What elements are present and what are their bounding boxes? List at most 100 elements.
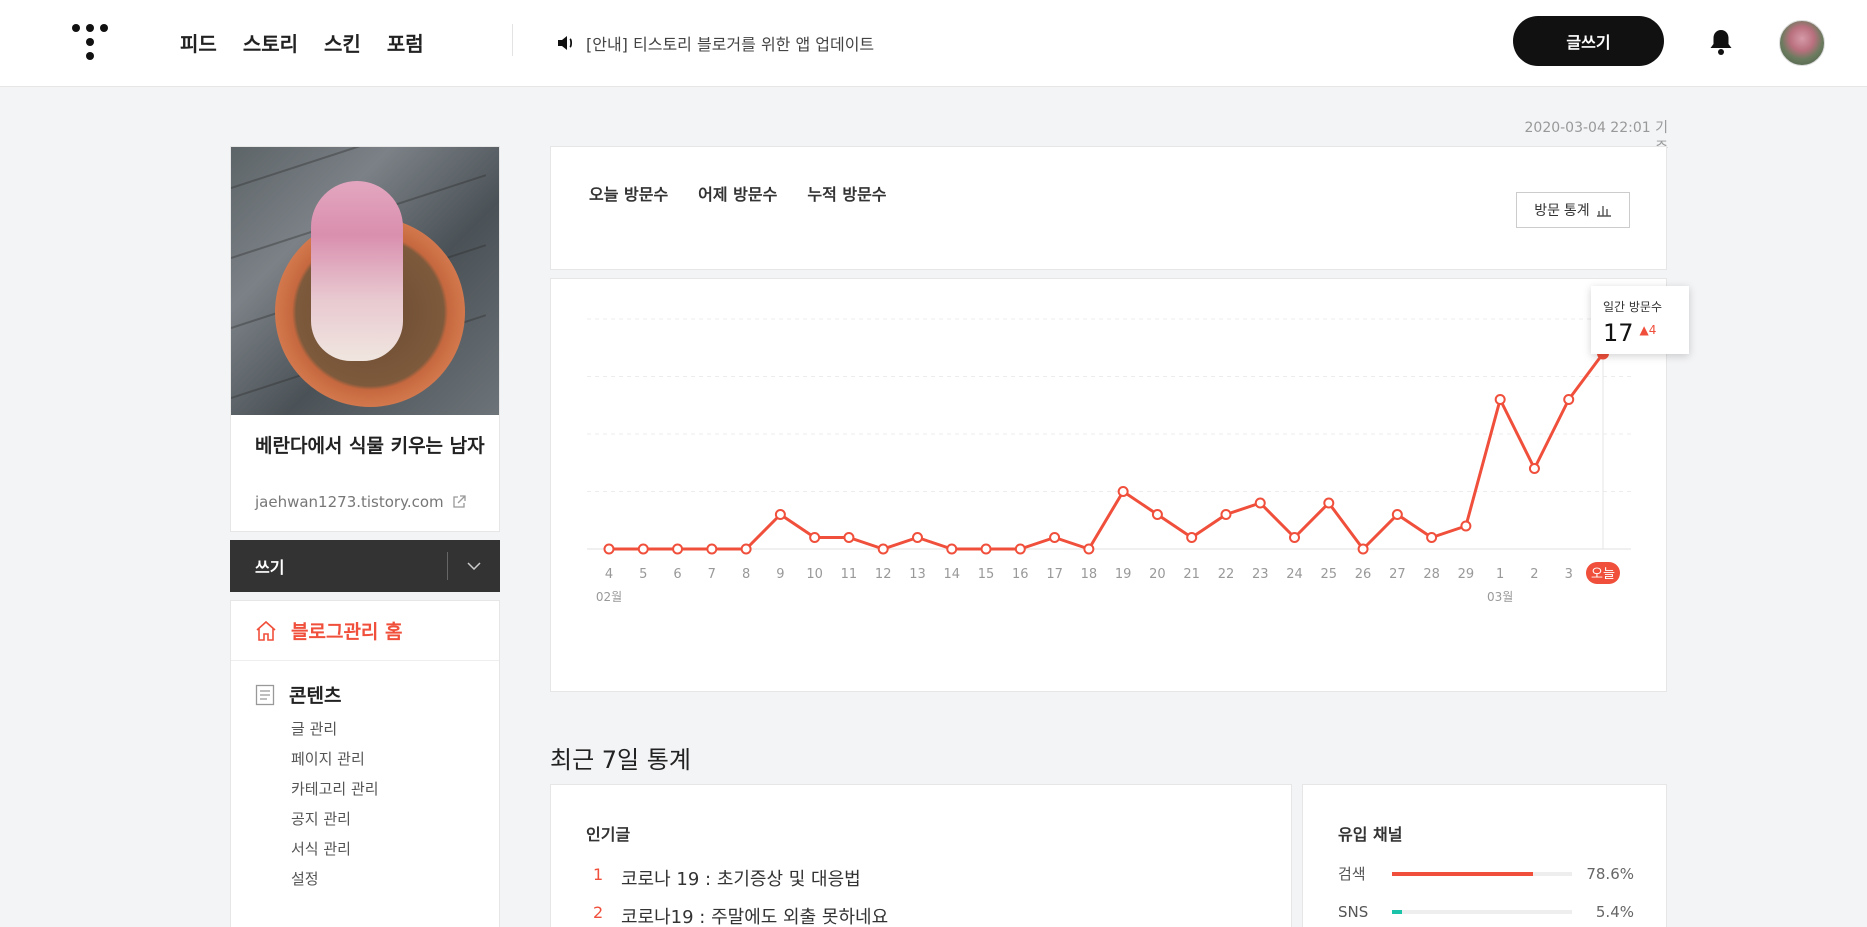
chart-point[interactable]: [1014, 543, 1026, 555]
notice-text: [안내] 티스토리 블로거를 위한 앱 업데이트: [586, 35, 875, 54]
chart-x-tick-label: 15: [978, 567, 995, 582]
chart-x-tick-label: 3: [1565, 567, 1573, 582]
menu-home-label: 블로그관리 홈: [291, 621, 403, 643]
nav-forum[interactable]: 포럼: [387, 28, 424, 57]
chart-point[interactable]: [1528, 463, 1540, 474]
chart-x-tick-label: 29: [1458, 567, 1475, 582]
chart-x-tick-label: 27: [1389, 567, 1406, 582]
menu-template-manage[interactable]: 서식 관리: [291, 834, 499, 864]
chart-point[interactable]: [1254, 497, 1266, 509]
popular-post-title: 코로나19 : 주말에도 외출 못하네요: [621, 907, 889, 927]
tistory-logo[interactable]: [72, 24, 108, 60]
blog-title[interactable]: 베란다에서 식물 키우는 남자: [255, 433, 485, 459]
nav-skin[interactable]: 스킨: [324, 28, 361, 57]
channel-bar-fill: [1392, 910, 1402, 914]
chart-point[interactable]: [637, 543, 649, 555]
chart-point[interactable]: [980, 543, 992, 555]
chart-x-tick-label: 24: [1286, 567, 1303, 582]
visit-stats-button[interactable]: 방문 통계: [1516, 192, 1630, 228]
chart-point[interactable]: [1117, 486, 1129, 497]
chart-point[interactable]: [740, 543, 752, 555]
document-icon: [255, 684, 275, 705]
tooltip-delta: ▲4: [1639, 323, 1657, 337]
popular-post-item[interactable]: 1 코로나 19 : 초기증상 및 대응법: [593, 865, 888, 903]
chart-point[interactable]: [1186, 532, 1198, 543]
chart-x-tick-label: 11: [841, 567, 858, 582]
admin-menu: 블로그관리 홈 콘텐츠 글 관리 페이지 관리 카테고리 관리 공지 관리 서식…: [230, 600, 500, 927]
chart-point[interactable]: [1426, 532, 1438, 543]
chart-point[interactable]: [1323, 497, 1335, 509]
bell-icon[interactable]: [1708, 28, 1734, 56]
menu-category-manage[interactable]: 카테고리 관리: [291, 774, 499, 804]
blog-profile-image[interactable]: [231, 147, 499, 415]
popular-post-rank: 2: [593, 903, 604, 922]
chart-x-tick-label: 28: [1423, 567, 1440, 582]
chart-x-tick-label: 23: [1252, 567, 1269, 582]
popular-post-item[interactable]: 2 코로나19 : 주말에도 외출 못하네요: [593, 903, 888, 927]
chart-x-tick-label: 5: [639, 567, 647, 582]
nav-feed[interactable]: 피드: [180, 28, 217, 57]
menu-page-manage[interactable]: 페이지 관리: [291, 744, 499, 774]
channel-name: SNS: [1338, 903, 1369, 921]
chart-point[interactable]: [1083, 543, 1095, 555]
stat-today-visits[interactable]: 오늘 방문수: [589, 181, 668, 205]
menu-contents-list: 글 관리 페이지 관리 카테고리 관리 공지 관리 서식 관리 설정: [255, 714, 499, 894]
popular-posts-title: 인기글: [586, 825, 631, 844]
channel-bar-track: [1392, 910, 1572, 914]
chart-x-tick-label: 12: [875, 567, 892, 582]
chart-point[interactable]: [672, 543, 684, 555]
menu-post-manage[interactable]: 글 관리: [291, 714, 499, 744]
popular-post-title: 코로나 19 : 초기증상 및 대응법: [621, 869, 861, 890]
blog-url: jaehwan1273.tistory.com: [255, 493, 444, 511]
write-options-toggle[interactable]: [448, 562, 500, 570]
blog-profile-card: 베란다에서 식물 키우는 남자 jaehwan1273.tistory.com: [230, 146, 500, 532]
traffic-channel-card: 유입 채널 검색 78.6% SNS 5.4%: [1302, 784, 1667, 927]
tooltip-delta-value: 4: [1648, 323, 1657, 337]
chart-point[interactable]: [774, 509, 786, 520]
chart-point[interactable]: [1049, 532, 1061, 543]
chart-x-tick-label: 17: [1046, 567, 1063, 582]
stat-yesterday-visits[interactable]: 어제 방문수: [698, 181, 777, 205]
menu-settings[interactable]: 설정: [291, 864, 499, 894]
chart-x-tick-label: 오늘: [1591, 567, 1615, 582]
chart-point[interactable]: [603, 543, 615, 555]
menu-blog-admin-home[interactable]: 블로그관리 홈: [231, 601, 499, 661]
chart-point[interactable]: [706, 543, 718, 555]
chart-point[interactable]: [946, 543, 958, 555]
menu-contents-header[interactable]: 콘텐츠: [255, 681, 499, 708]
stat-total-visits[interactable]: 누적 방문수: [807, 181, 886, 205]
chart-series-line: [609, 352, 1605, 551]
menu-contents-label: 콘텐츠: [289, 685, 342, 707]
chart-point[interactable]: [809, 532, 821, 543]
chart-point[interactable]: [1357, 543, 1369, 555]
chart-point[interactable]: [1289, 532, 1301, 543]
notice-banner[interactable]: [안내] 티스토리 블로거를 위한 앱 업데이트: [556, 31, 874, 55]
user-avatar[interactable]: [1779, 20, 1825, 66]
chart-point[interactable]: [843, 532, 855, 543]
channel-row-search: 검색 78.6%: [1338, 863, 1634, 884]
channel-pct: 5.4%: [1595, 903, 1634, 921]
channel-bar-fill: [1392, 871, 1534, 876]
chart-point[interactable]: [1494, 394, 1506, 405]
chart-point[interactable]: [1563, 394, 1575, 405]
write-button[interactable]: 쓰기: [230, 554, 447, 578]
chart-point[interactable]: [1460, 520, 1472, 532]
chart-x-tick-label: 7: [708, 567, 716, 582]
chart-point[interactable]: [1391, 509, 1403, 520]
chart-point[interactable]: [1151, 509, 1163, 520]
chart-month-label: 03월: [1487, 590, 1513, 604]
channel-name: 검색: [1338, 865, 1366, 883]
tooltip-value: 17: [1603, 319, 1634, 347]
nav-story[interactable]: 스토리: [243, 28, 298, 57]
blog-url-link[interactable]: jaehwan1273.tistory.com: [255, 493, 466, 511]
write-post-button[interactable]: 글쓰기: [1513, 16, 1664, 66]
chart-point[interactable]: [877, 543, 889, 555]
chart-point[interactable]: [1220, 509, 1232, 520]
chart-x-tick-label: 14: [943, 567, 960, 582]
channel-bar-track: [1392, 871, 1572, 876]
chart-point[interactable]: [911, 532, 923, 543]
external-link-icon: [452, 495, 466, 508]
daily-visits-chart-svg: 4 5 6 7 8 9 10 11 12 13 14 15 16 17 18 19 20 21 22 23 24 25 26…: [587, 289, 1631, 604]
chart-x-tick-label: 10: [806, 567, 823, 582]
menu-notice-manage[interactable]: 공지 관리: [291, 804, 499, 834]
